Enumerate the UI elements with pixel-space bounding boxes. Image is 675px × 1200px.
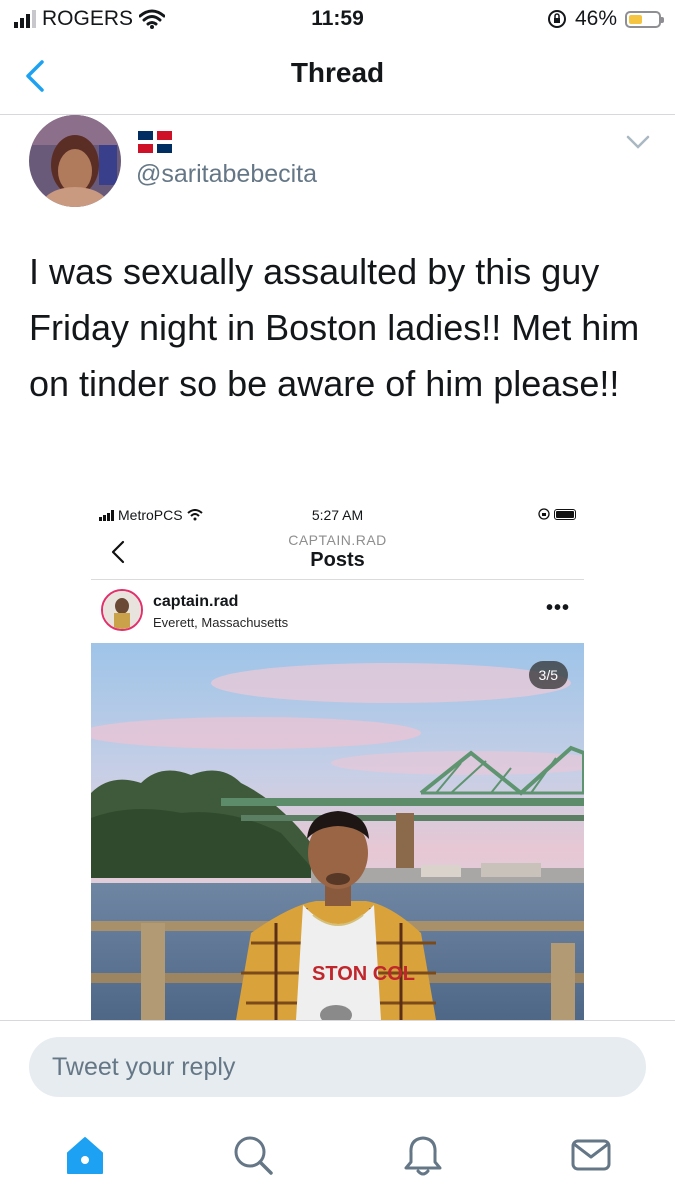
embed-battery-icon <box>554 508 576 520</box>
embed-nav-subtitle: CAPTAIN.RAD <box>288 532 387 548</box>
home-icon[interactable] <box>63 1133 107 1177</box>
status-bar: ROGERS 11:59 46% <box>0 0 675 38</box>
avatar[interactable] <box>29 115 121 207</box>
embed-more-icon: ••• <box>545 597 570 619</box>
flag-icon <box>138 131 172 153</box>
embed-post-location: Everett, Massachusetts <box>153 615 289 630</box>
reply-input[interactable]: Tweet your reply <box>29 1037 646 1097</box>
embed-nav-title: Posts <box>310 549 365 571</box>
tweet-text: I was sexually assaulted by this guy Fri… <box>29 251 640 404</box>
shirt-text: STON COL <box>312 963 415 985</box>
nav-bar: Thread <box>0 40 675 115</box>
chevron-down-icon[interactable] <box>625 132 651 152</box>
embed-post-photo: STON COL <box>91 643 584 1020</box>
user-handle[interactable]: @saritabebecita <box>136 160 317 189</box>
embed-rotation-lock-icon <box>538 508 550 520</box>
embed-clock: 5:27 AM <box>311 507 364 523</box>
embed-post-username: captain.rad <box>153 593 239 610</box>
search-icon[interactable] <box>231 1133 275 1177</box>
battery-percent: 46% <box>574 7 617 30</box>
notifications-icon[interactable] <box>401 1133 445 1177</box>
embed-status-bar: MetroPCS 5:27 AM <box>91 501 584 529</box>
embed-post-avatar <box>101 589 143 631</box>
divider <box>0 1020 675 1021</box>
rotation-lock-icon <box>547 10 566 28</box>
reply-placeholder: Tweet your reply <box>52 1053 236 1081</box>
embed-nav-bar: CAPTAIN.RAD Posts <box>91 529 584 580</box>
messages-icon[interactable] <box>569 1133 613 1177</box>
tweet-image[interactable]: MetroPCS 5:27 AM CAPTAIN.RAD Posts capta… <box>91 501 584 1020</box>
embed-photo-counter: 3/5 <box>528 661 568 689</box>
page-title: Thread <box>290 57 385 88</box>
battery-icon <box>625 10 664 28</box>
